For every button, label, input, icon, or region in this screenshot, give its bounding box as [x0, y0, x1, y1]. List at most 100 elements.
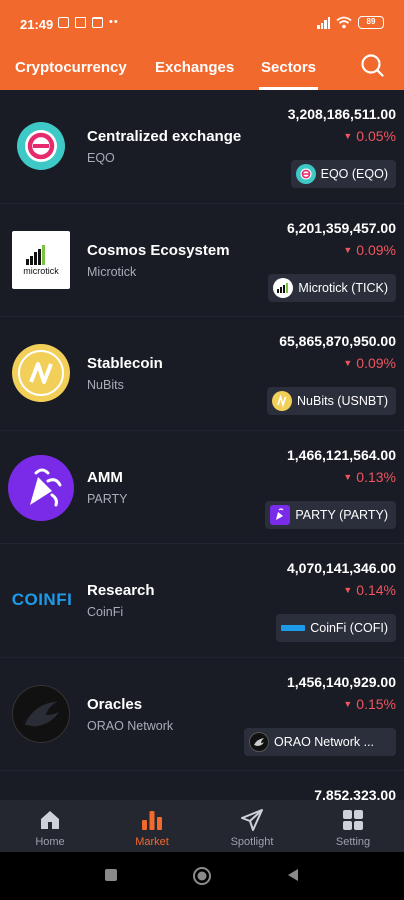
change-value: 0.09% [356, 241, 396, 258]
nav-market[interactable]: Market [112, 808, 192, 848]
down-arrow-icon: ▼ [343, 131, 353, 141]
change-down: ▼ 0.09% [343, 355, 396, 371]
nav-spotlight-label: Spotlight [230, 836, 274, 848]
coin-chip[interactable]: PARTY (PARTY) [265, 500, 396, 529]
top-tabs: Cryptocurrency Exchanges Sectors [0, 56, 404, 90]
sector-name: AMM [87, 468, 123, 486]
eqo-logo [12, 117, 70, 175]
bar-chart-icon [142, 811, 162, 830]
orao-logo [12, 684, 70, 743]
top-coin-name: NuBits [87, 378, 124, 392]
coinfi-icon [281, 618, 306, 638]
party-icon [270, 504, 291, 525]
home-icon [41, 811, 59, 829]
market-cap: 1,456,140,929.00 [287, 673, 396, 690]
wifi-icon [336, 16, 352, 29]
top-coin-name: EQO [87, 151, 115, 165]
home-button-icon[interactable] [192, 866, 212, 886]
change-value: 0.13% [356, 468, 396, 485]
down-arrow-icon: ▼ [343, 698, 353, 709]
list-item[interactable]: Stablecoin NuBits 65,865,870,950.00 ▼ 0.0… [0, 317, 404, 431]
change-down: ▼ 0.15% [343, 696, 396, 712]
check-icon [75, 16, 86, 28]
nav-setting-label: Setting [335, 836, 371, 848]
more-notifications-icon: •• [109, 16, 119, 28]
coinfi-logo: COINFI [10, 571, 74, 629]
nubits-logo [12, 344, 70, 402]
top-coin-name: ORAO Network [87, 718, 174, 733]
sector-list: Centralized exchange EQO 3,208,186,511.0… [0, 90, 404, 811]
market-cap: 65,865,870,950.00 [279, 333, 396, 349]
recents-icon[interactable] [104, 868, 118, 882]
coin-chip[interactable]: EQO (EQO) [290, 160, 396, 188]
party-logo [8, 454, 74, 521]
chip-label: CoinFi (COFI) [310, 621, 388, 635]
chip-label: ORAO Network ... [274, 734, 375, 749]
microtick-logo: microtick [12, 230, 70, 289]
change-value: 0.05% [356, 128, 396, 144]
sector-name: Stablecoin [87, 355, 163, 372]
change-value: 0.15% [356, 695, 396, 712]
sector-name: Cosmos Ecosystem [87, 241, 230, 259]
list-item[interactable]: microtick Cosmos Ecosystem Microtick 6,2… [0, 204, 404, 317]
market-cap: 6,201,359,457.00 [287, 219, 396, 236]
sector-name: Research [87, 582, 155, 599]
nav-setting[interactable]: Setting [313, 808, 393, 848]
nubits-icon [272, 391, 293, 411]
coin-chip[interactable]: Microtick (TICK) [268, 273, 396, 302]
search-icon[interactable] [360, 53, 384, 77]
change-down: ▼ 0.13% [343, 469, 396, 485]
coin-chip[interactable]: NuBits (USNBT) [267, 387, 396, 415]
top-coin-name: CoinFi [87, 605, 124, 619]
status-time: 21:49 [20, 17, 54, 32]
change-down: ▼ 0.14% [343, 582, 396, 598]
coin-chip[interactable]: ORAO Network ... [244, 727, 396, 756]
grid-icon [343, 810, 363, 830]
nav-home-label: Home [35, 836, 65, 848]
down-arrow-icon: ▼ [343, 244, 353, 255]
chip-label: EQO (EQO) [320, 167, 388, 181]
down-arrow-icon: ▼ [343, 585, 353, 595]
market-cap: 1,466,121,564.00 [287, 446, 396, 463]
notification-icons: •• [58, 16, 119, 28]
nav-spotlight[interactable]: Spotlight [212, 808, 292, 848]
coinfi-wordmark: COINFI [11, 590, 73, 609]
gallery-icon [58, 16, 69, 28]
sector-name: Centralized exchange [87, 128, 242, 145]
microtick-icon [273, 277, 294, 298]
list-item[interactable]: COINFI Research CoinFi 4,070,141,346.00 … [0, 544, 404, 658]
market-cap: 3,208,186,511.00 [287, 106, 396, 122]
coin-chip[interactable]: CoinFi (COFI) [276, 614, 396, 642]
back-icon[interactable] [286, 868, 300, 882]
top-coin-name: Microtick [87, 264, 137, 279]
eqo-icon [295, 164, 316, 184]
market-cap: 4,070,141,346.00 [287, 560, 396, 576]
nav-market-label: Market [135, 836, 169, 848]
tab-cryptocurrency[interactable]: Cryptocurrency [15, 59, 127, 76]
list-item[interactable]: Oracles ORAO Network 1,456,140,929.00 ▼ 0… [0, 658, 404, 771]
down-arrow-icon: ▼ [343, 358, 353, 368]
top-coin-name: PARTY [87, 491, 128, 506]
microtick-wordmark: microtick [23, 266, 59, 276]
change-down: ▼ 0.09% [343, 242, 396, 258]
change-down: ▼ 0.05% [343, 128, 396, 144]
bottom-navigation: Home Market Spotlight Setting [0, 800, 404, 852]
system-navigation-bar [0, 852, 404, 900]
sector-name: Oracles [87, 695, 143, 713]
list-item[interactable]: Centralized exchange EQO 3,208,186,511.0… [0, 90, 404, 204]
app-header: 21:49 •• 89 Cryptocurrency Exchanges Sec… [0, 0, 404, 90]
chip-label: NuBits (USNBT) [297, 394, 388, 408]
change-value: 0.09% [356, 355, 396, 371]
tab-exchanges[interactable]: Exchanges [155, 59, 234, 76]
down-arrow-icon: ▼ [343, 471, 353, 482]
nav-home[interactable]: Home [10, 808, 90, 848]
list-item[interactable]: AMM PARTY 1,466,121,564.00 ▼ 0.13% PARTY … [0, 431, 404, 544]
chip-label: PARTY (PARTY) [295, 507, 388, 522]
tab-sectors[interactable]: Sectors [258, 59, 319, 90]
chip-label: Microtick (TICK) [298, 280, 388, 295]
orao-icon [249, 731, 269, 752]
status-bar: 21:49 •• 89 [0, 0, 404, 40]
paper-plane-icon [241, 809, 263, 831]
change-value: 0.14% [356, 582, 396, 598]
trash-icon [92, 16, 103, 28]
